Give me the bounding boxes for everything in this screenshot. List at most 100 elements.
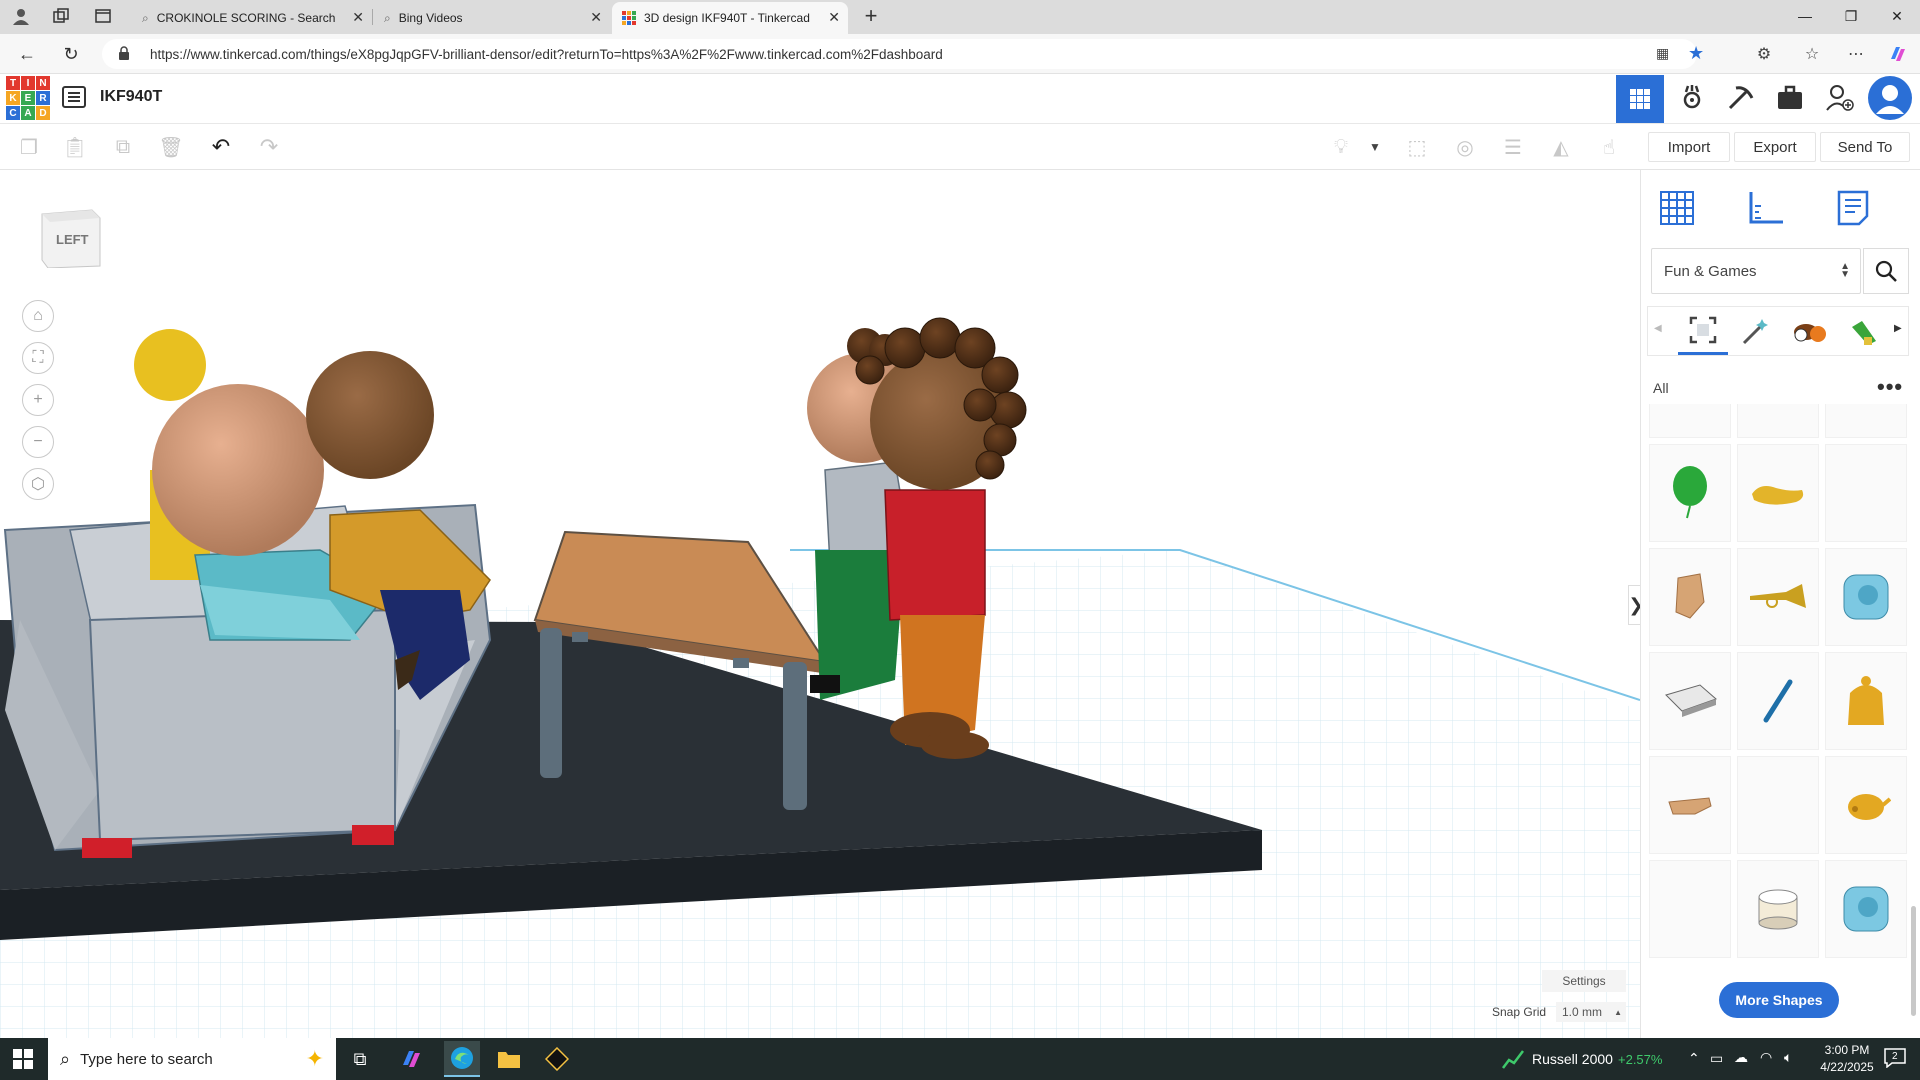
wifi-icon[interactable]: ◠: [1760, 1049, 1772, 1066]
zoom-in-icon[interactable]: +: [22, 384, 54, 416]
app-diamond-icon[interactable]: [542, 1044, 572, 1074]
copy-icon[interactable]: ❐: [14, 132, 44, 162]
shape-tile[interactable]: [1737, 404, 1819, 438]
teapot-shape[interactable]: [1825, 756, 1907, 854]
battery-icon[interactable]: ▭: [1710, 1050, 1723, 1067]
drumstick-shape[interactable]: [1737, 652, 1819, 750]
close-tab-icon[interactable]: ✕: [352, 9, 364, 26]
shapes-scrollbar[interactable]: [1911, 906, 1916, 1016]
paste-icon[interactable]: 📋︎: [60, 132, 90, 162]
ungroup-icon[interactable]: ◎: [1450, 132, 1480, 162]
view-cube[interactable]: LEFT: [40, 204, 102, 269]
chevron-right-icon[interactable]: ▶: [1894, 323, 1902, 334]
copilot-app-icon[interactable]: [396, 1044, 426, 1074]
workplane-3d-view[interactable]: LEFT ⌂ ⛶ + − ⬡ Settings Snap Grid 1.0 mm…: [0, 170, 1640, 1038]
align-icon[interactable]: ☰: [1498, 132, 1528, 162]
shape-tile-empty[interactable]: [1737, 756, 1819, 854]
avatar[interactable]: [1866, 74, 1914, 122]
category-select[interactable]: Fun & Games ▲ ▼: [1651, 248, 1861, 294]
bell-shape[interactable]: [1825, 652, 1907, 750]
close-tab-icon[interactable]: ✕: [590, 9, 602, 26]
3d-design-view-button[interactable]: [1616, 75, 1664, 123]
snap-grid-select[interactable]: 1.0 mm ▲: [1556, 1002, 1626, 1022]
more-menu-icon[interactable]: ⋯: [1842, 40, 1870, 68]
subcategory-all[interactable]: [1678, 307, 1728, 355]
extensions-icon[interactable]: ⚙: [1750, 40, 1778, 68]
tab-crokinole-search[interactable]: ⌕ CROKINOLE SCORING - Search ✕: [132, 2, 372, 34]
drum-shape[interactable]: [1737, 860, 1819, 958]
subcategory-green-tool-icon[interactable]: [1848, 317, 1878, 347]
clock-time[interactable]: 3:00 PM: [1812, 1043, 1882, 1057]
hand-shape[interactable]: [1649, 548, 1731, 646]
shape-tile-empty[interactable]: [1649, 860, 1731, 958]
home-view-icon[interactable]: ⌂: [22, 300, 54, 332]
workspaces-icon[interactable]: [46, 2, 76, 30]
lock-icon[interactable]: [118, 46, 130, 65]
sim-lab-icon[interactable]: [1668, 74, 1716, 122]
mirror-icon[interactable]: ◭: [1546, 132, 1576, 162]
copilot-icon[interactable]: [1884, 40, 1912, 68]
settings-button[interactable]: Settings: [1542, 970, 1626, 992]
export-button[interactable]: Export: [1734, 132, 1816, 162]
chevron-down-icon[interactable]: ▼: [1360, 132, 1390, 162]
refresh-icon[interactable]: ↻: [56, 40, 86, 68]
design-list-icon[interactable]: [62, 86, 86, 113]
import-button[interactable]: Import: [1648, 132, 1730, 162]
more-shapes-button[interactable]: More Shapes: [1719, 982, 1839, 1018]
light-bulb-icon[interactable]: 💡︎: [1326, 132, 1356, 162]
fit-view-icon[interactable]: ⛶: [22, 342, 54, 374]
lessons-briefcase-icon[interactable]: [1766, 74, 1814, 122]
reader-view-icon[interactable]: ▦: [1656, 45, 1669, 62]
search-icon[interactable]: [1863, 248, 1909, 294]
duplicate-icon[interactable]: ⧉: [108, 132, 138, 162]
tray-shape[interactable]: [1649, 652, 1731, 750]
windows-start-icon[interactable]: [8, 1044, 38, 1074]
address-bar[interactable]: https://www.tinkercad.com/things/eX8pgJq…: [102, 39, 1704, 69]
add-user-icon[interactable]: [1816, 74, 1864, 122]
tinkercad-logo[interactable]: T I N K E R C A D: [6, 76, 50, 120]
chevron-left-icon[interactable]: ◀: [1654, 323, 1662, 334]
edge-browser-icon[interactable]: [444, 1041, 480, 1077]
notification-icon[interactable]: 2: [1884, 1048, 1910, 1070]
blocks-pickaxe-icon[interactable]: [1716, 74, 1764, 122]
more-options-icon[interactable]: •••: [1877, 374, 1903, 400]
workplane-icon[interactable]: [1647, 182, 1707, 234]
trumpet-shape[interactable]: [1737, 548, 1819, 646]
onedrive-icon[interactable]: ☁: [1734, 1049, 1748, 1066]
orthographic-icon[interactable]: ⬡: [22, 468, 54, 500]
cruise-icon[interactable]: ☝︎: [1594, 132, 1624, 162]
clock-date[interactable]: 4/22/2025: [1812, 1060, 1882, 1074]
send-to-button[interactable]: Send To: [1820, 132, 1910, 162]
ruler-icon[interactable]: [1735, 182, 1795, 234]
dice-shape[interactable]: [1825, 860, 1907, 958]
chevron-up-icon[interactable]: ⌃: [1688, 1050, 1700, 1067]
tab-actions-icon[interactable]: [88, 2, 118, 30]
favorite-star-icon[interactable]: ★: [1688, 43, 1704, 64]
subcategory-wand-icon[interactable]: [1740, 317, 1770, 347]
back-icon[interactable]: ←: [12, 40, 42, 68]
group-icon[interactable]: ⬚: [1402, 132, 1432, 162]
close-tab-icon[interactable]: ✕: [828, 9, 840, 26]
taskbar-search-box[interactable]: ⌕ Type here to search ✦: [48, 1038, 336, 1080]
zoom-out-icon[interactable]: −: [22, 426, 54, 458]
tab-tinkercad[interactable]: 3D design IKF940T - Tinkercad ✕: [612, 2, 848, 34]
file-explorer-icon[interactable]: [494, 1044, 524, 1074]
dice-shape[interactable]: [1825, 548, 1907, 646]
tab-bing-videos[interactable]: ⌕ Bing Videos ✕: [374, 2, 610, 34]
stock-name[interactable]: Russell 2000: [1532, 1051, 1613, 1067]
redo-icon[interactable]: ↷: [254, 132, 284, 162]
clog-shoe-shape[interactable]: [1737, 444, 1819, 542]
close-window-icon[interactable]: ✕: [1874, 0, 1920, 32]
balloon-shape[interactable]: [1649, 444, 1731, 542]
shape-tile-empty[interactable]: [1825, 444, 1907, 542]
volume-icon[interactable]: 🔈︎: [1784, 1049, 1792, 1066]
shape-tile[interactable]: [1649, 404, 1731, 438]
undo-icon[interactable]: ↶: [206, 132, 236, 162]
profile-icon[interactable]: [6, 2, 36, 30]
notes-icon[interactable]: [1823, 182, 1883, 234]
new-tab-button[interactable]: +: [856, 2, 886, 30]
minimize-icon[interactable]: —: [1782, 0, 1828, 32]
design-title[interactable]: IKF940T: [100, 88, 162, 106]
subcategory-sports-balls-icon[interactable]: [1792, 317, 1828, 347]
delete-icon[interactable]: 🗑︎: [156, 132, 186, 162]
